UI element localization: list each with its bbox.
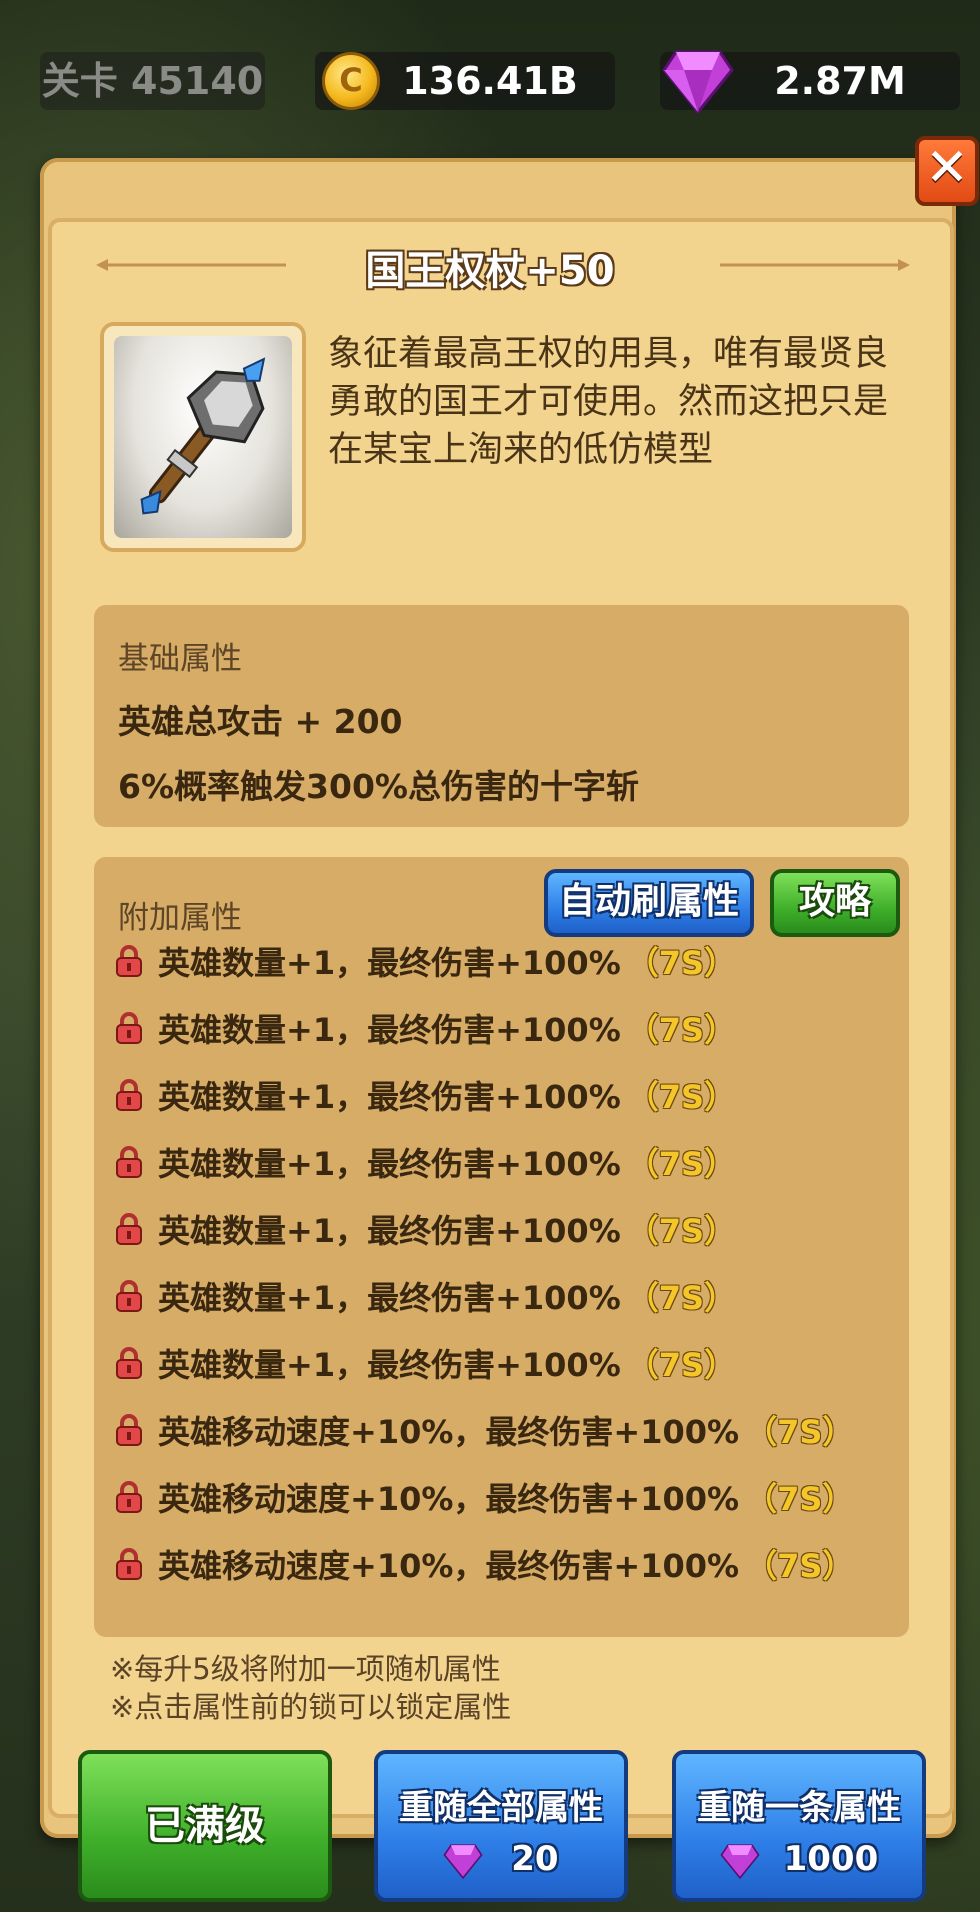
lock-icon[interactable]: [114, 1480, 144, 1514]
extra-attribute-text: 英雄移动速度+10%，最终伤害+100%: [158, 1480, 740, 1518]
coin-amount: 136.41B: [402, 59, 578, 103]
extra-attribute-text: 英雄数量+1，最终伤害+100%: [158, 1078, 621, 1116]
extra-attributes-box: 附加属性 自动刷属性 攻略 英雄数量+1，最终伤害+100% （7S） 英雄数量+1…: [94, 857, 909, 1637]
gem-amount: 2.87M: [774, 59, 906, 103]
lock-icon[interactable]: [114, 944, 144, 978]
reroll-all-button[interactable]: 重随全部属性 20: [374, 1750, 628, 1902]
reroll-all-cost: 20: [511, 1839, 559, 1879]
reroll-one-label: 重随一条属性: [697, 1788, 901, 1828]
note-line: ※点击属性前的锁可以锁定属性: [110, 1690, 512, 1724]
gem-icon: [662, 50, 734, 114]
lock-icon[interactable]: [114, 1212, 144, 1246]
reroll-one-cost: 1000: [783, 1839, 879, 1879]
base-attribute-line: 6%概率触发300%总伤害的十字斩: [118, 767, 639, 806]
base-attributes-box: 基础属性 英雄总攻击 + 200 6%概率触发300%总伤害的十字斩: [94, 605, 909, 827]
extra-attribute-text: 英雄数量+1，最终伤害+100%: [158, 1346, 621, 1384]
reroll-all-cost-row: 20: [378, 1839, 624, 1879]
lock-icon[interactable]: [114, 1011, 144, 1045]
lock-icon[interactable]: [114, 1078, 144, 1112]
lock-icon[interactable]: [114, 1413, 144, 1447]
king-scepter-icon: [140, 357, 266, 515]
extra-attributes-label: 附加属性: [118, 900, 242, 936]
description-line: 在某宝上淘来的低仿模型: [328, 430, 714, 470]
extra-attribute-row: 英雄移动速度+10%，最终伤害+100% （7S）: [114, 1402, 854, 1458]
base-attributes-label: 基础属性: [118, 641, 242, 677]
extra-attribute-tag: （7S）: [626, 1145, 737, 1183]
extra-attribute-text: 英雄数量+1，最终伤害+100%: [158, 944, 621, 982]
reroll-one-cost-row: 1000: [676, 1839, 922, 1879]
extra-attribute-row: 英雄数量+1，最终伤害+100% （7S）: [114, 1268, 736, 1324]
extra-attribute-text: 英雄数量+1，最终伤害+100%: [158, 1212, 621, 1250]
extra-attribute-text: 英雄数量+1，最终伤害+100%: [158, 1145, 621, 1183]
extra-attribute-text: 英雄数量+1，最终伤害+100%: [158, 1279, 621, 1317]
level-indicator: 关卡 45140: [40, 52, 265, 110]
extra-attribute-row: 英雄数量+1，最终伤害+100% （7S）: [114, 1067, 736, 1123]
guide-button[interactable]: 攻略: [770, 869, 900, 937]
lock-icon[interactable]: [114, 1346, 144, 1380]
extra-attribute-text: 英雄移动速度+10%，最终伤害+100%: [158, 1547, 740, 1585]
description-line: 象征着最高王权的用具，唯有最贤良: [328, 334, 889, 374]
extra-attribute-tag: （7S）: [626, 1279, 737, 1317]
extra-attribute-tag: （7S）: [745, 1413, 855, 1451]
extra-attribute-tag: （7S）: [626, 1011, 737, 1049]
extra-attribute-tag: （7S）: [626, 944, 737, 982]
extra-attribute-tag: （7S）: [626, 1212, 737, 1250]
extra-attribute-row: 英雄移动速度+10%，最终伤害+100% （7S）: [114, 1536, 854, 1592]
lock-icon[interactable]: [114, 1279, 144, 1313]
auto-refresh-button[interactable]: 自动刷属性: [544, 869, 754, 937]
extra-attribute-row: 英雄移动速度+10%，最终伤害+100% （7S）: [114, 1469, 854, 1525]
close-button[interactable]: ✕: [915, 136, 979, 206]
item-description: 象征着最高王权的用具，唯有最贤良 勇敢的国王才可使用。然而这把只是 在某宝上淘来…: [328, 330, 928, 474]
extra-attribute-row: 英雄数量+1，最终伤害+100% （7S）: [114, 1335, 736, 1391]
extra-attribute-tag: （7S）: [745, 1547, 855, 1585]
extra-attribute-tag: （7S）: [745, 1480, 855, 1518]
item-image-bg: [114, 336, 292, 538]
upgrade-notes: ※每升5级将附加一项随机属性 ※点击属性前的锁可以锁定属性: [110, 1650, 511, 1726]
top-resource-bar: 关卡 45140 136.41B C 2.87M: [0, 0, 980, 120]
coin-icon: C: [322, 52, 380, 110]
extra-attribute-row: 英雄数量+1，最终伤害+100% （7S）: [114, 1134, 736, 1190]
gem-icon: [720, 1843, 760, 1879]
reroll-one-button[interactable]: 重随一条属性 1000: [672, 1750, 926, 1902]
description-line: 勇敢的国王才可使用。然而这把只是: [328, 382, 889, 422]
lock-icon[interactable]: [114, 1547, 144, 1581]
reroll-all-label: 重随全部属性: [399, 1788, 603, 1828]
extra-attribute-text: 英雄移动速度+10%，最终伤害+100%: [158, 1413, 740, 1451]
max-level-button[interactable]: 已满级: [78, 1750, 332, 1902]
extra-attribute-text: 英雄数量+1，最终伤害+100%: [158, 1011, 621, 1049]
extra-attribute-row: 英雄数量+1，最终伤害+100% （7S）: [114, 1000, 736, 1056]
gem-icon: [443, 1843, 483, 1879]
base-attribute-line: 英雄总攻击 + 200: [118, 702, 403, 741]
extra-attribute-row: 英雄数量+1，最终伤害+100% （7S）: [114, 933, 736, 989]
extra-attribute-tag: （7S）: [626, 1346, 737, 1384]
lock-icon[interactable]: [114, 1145, 144, 1179]
title-ornament-right: [720, 259, 910, 271]
extra-attribute-row: 英雄数量+1，最终伤害+100% （7S）: [114, 1201, 736, 1257]
note-line: ※每升5级将附加一项随机属性: [110, 1652, 501, 1686]
item-icon-frame: [100, 322, 306, 552]
extra-attribute-tag: （7S）: [626, 1078, 737, 1116]
